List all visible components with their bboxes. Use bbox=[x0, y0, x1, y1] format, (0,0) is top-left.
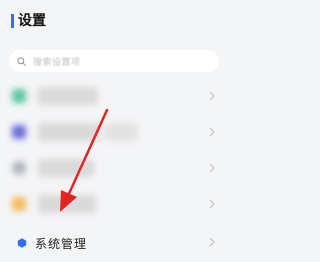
redacted-label bbox=[38, 195, 96, 213]
redacted-label bbox=[38, 123, 100, 141]
redacted-label bbox=[104, 123, 138, 141]
system-hexagon-icon bbox=[17, 238, 27, 248]
chevron-right-icon bbox=[209, 199, 215, 209]
title-accent-bar bbox=[11, 13, 14, 28]
settings-list: 系统管理 bbox=[0, 78, 219, 262]
page-title-wrap: 设置 bbox=[11, 12, 46, 29]
list-item[interactable] bbox=[0, 114, 219, 150]
chevron-right-icon bbox=[209, 91, 215, 101]
list-item-system-management[interactable]: 系统管理 bbox=[0, 222, 219, 262]
search-placeholder: 搜索设置项 bbox=[33, 57, 81, 68]
list-item-label: 系统管理 bbox=[35, 237, 88, 251]
list-item[interactable] bbox=[0, 78, 219, 114]
app-icon-blue bbox=[12, 125, 26, 139]
app-icon-orange bbox=[12, 197, 26, 211]
chevron-right-icon bbox=[209, 127, 215, 137]
chevron-right-icon bbox=[209, 237, 215, 247]
redacted-label bbox=[38, 87, 98, 105]
page-title: 设置 bbox=[18, 12, 46, 29]
app-icon-gray bbox=[12, 161, 26, 175]
search-icon bbox=[17, 56, 26, 66]
header: 设置 bbox=[0, 0, 219, 40]
chevron-right-icon bbox=[209, 163, 215, 173]
list-item[interactable] bbox=[0, 186, 219, 222]
redacted-label bbox=[38, 159, 94, 177]
app-icon-green bbox=[12, 89, 26, 103]
list-item[interactable] bbox=[0, 150, 219, 186]
search-input[interactable]: 搜索设置项 bbox=[9, 50, 219, 72]
